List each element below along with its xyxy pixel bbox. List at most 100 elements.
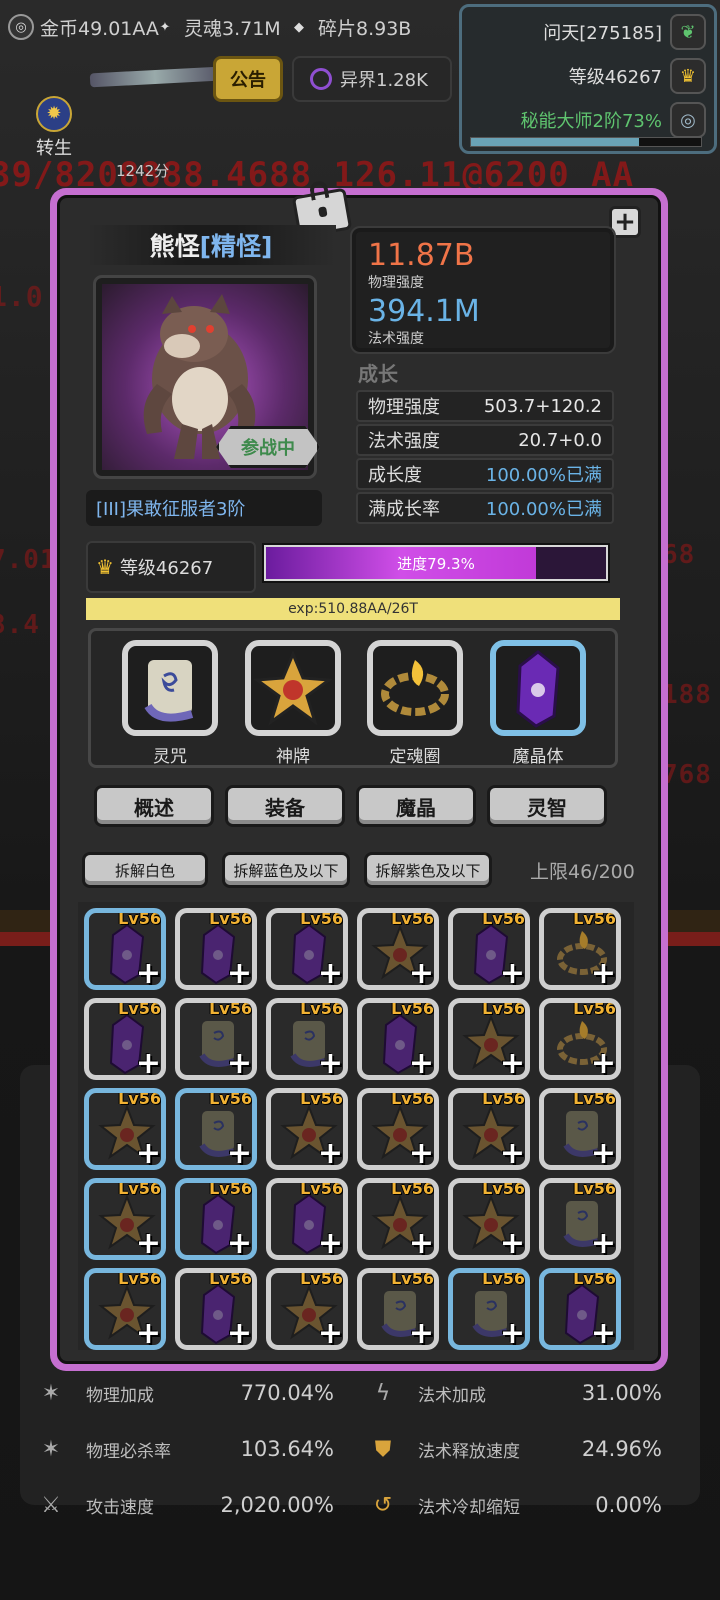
decompose-white-button[interactable]: 拆解白色 xyxy=(82,852,208,888)
stat-label: 物理加成 xyxy=(86,1385,154,1406)
inventory-slot[interactable]: Lv56 + xyxy=(84,1178,166,1260)
inventory-slot[interactable]: Lv56 + xyxy=(539,908,621,990)
inventory-slot[interactable]: Lv56 + xyxy=(266,1178,348,1260)
item-level: Lv56 xyxy=(573,1179,616,1198)
inventory-slot[interactable]: Lv56 + xyxy=(357,1088,439,1170)
inventory-slot[interactable]: Lv56 + xyxy=(175,1088,257,1170)
inventory-slot[interactable]: Lv56 + xyxy=(448,1268,530,1350)
growth-label: 满成长率 xyxy=(368,499,440,520)
decompose-blue-label: 拆解蓝色及以下 xyxy=(233,861,339,880)
damage-number-decoration: 8.4 xyxy=(0,610,40,640)
notice-button[interactable]: 公告 xyxy=(213,56,283,102)
exp-label: exp:510.88AA/26T xyxy=(288,601,418,617)
plus-icon: + xyxy=(226,956,252,990)
tab-label: 灵智 xyxy=(527,795,567,820)
inventory-limit: 上限46/200 xyxy=(530,861,635,883)
rebirth-icon: ✹ xyxy=(36,96,72,132)
plus-icon: + xyxy=(499,956,525,990)
plus-icon: + xyxy=(499,1136,525,1170)
shard-amount: 碎片8.93B xyxy=(318,17,412,40)
growth-row: 物理强度 503.7+120.2 xyxy=(356,390,614,422)
swirl-icon: ↺ xyxy=(373,1492,393,1518)
inventory-slot[interactable]: Lv56 + xyxy=(266,908,348,990)
stat-physical-bonus: ✶ 物理加成 770.04% xyxy=(34,1371,334,1415)
equip-label: 定魂圈 xyxy=(389,747,441,767)
inventory-slot[interactable]: Lv56 + xyxy=(84,1268,166,1350)
decompose-white-label: 拆解白色 xyxy=(114,861,175,880)
plus-icon: + xyxy=(590,1226,616,1260)
inventory-slot[interactable]: Lv56 + xyxy=(539,1088,621,1170)
soul-resource: ✦ 灵魂3.71M xyxy=(152,6,281,48)
inventory-slot[interactable]: Lv56 + xyxy=(266,1268,348,1350)
decompose-purple-button[interactable]: 拆解紫色及以下 xyxy=(364,852,492,888)
item-level: Lv56 xyxy=(482,999,525,1018)
inventory-slot[interactable]: Lv56 + xyxy=(357,998,439,1080)
physical-power-label: 物理强度 xyxy=(368,275,424,291)
inventory-slot[interactable]: Lv56 + xyxy=(539,1178,621,1260)
item-level: Lv56 xyxy=(300,1089,343,1108)
crown-icon: ♛ xyxy=(96,555,114,579)
inventory-slot[interactable]: Lv56 + xyxy=(175,1268,257,1350)
inventory-slot[interactable]: Lv56 + xyxy=(539,998,621,1080)
player-progress-fill xyxy=(471,138,639,146)
tab-intellect[interactable]: 灵智 xyxy=(487,785,607,827)
shard-icon: ◆ xyxy=(294,19,304,35)
item-level: Lv56 xyxy=(391,1089,434,1108)
monster-level: 等级46267 xyxy=(119,558,214,579)
inventory-slot[interactable]: Lv56 + xyxy=(266,1088,348,1170)
inventory-slot[interactable]: Lv56 + xyxy=(448,998,530,1080)
add-button[interactable]: + xyxy=(609,206,641,238)
inventory-slot[interactable]: Lv56 + xyxy=(84,908,166,990)
tab-crystal[interactable]: 魔晶 xyxy=(356,785,476,827)
plus-icon: + xyxy=(317,956,343,990)
inventory-slot[interactable]: Lv56 + xyxy=(175,908,257,990)
item-level: Lv56 xyxy=(209,999,252,1018)
portal-icon xyxy=(310,68,332,90)
player-title: 秘能大师2阶73% xyxy=(520,111,662,132)
stat-physical-crit: ✶ 物理必杀率 103.64% xyxy=(34,1427,334,1471)
inventory-slot[interactable]: Lv56 + xyxy=(84,998,166,1080)
decompose-purple-label: 拆解紫色及以下 xyxy=(375,861,481,880)
rebirth-button[interactable]: ✹ 转生 xyxy=(24,96,84,160)
inventory-slot[interactable]: Lv56 + xyxy=(266,998,348,1080)
plus-icon: + xyxy=(317,1046,343,1080)
inventory-slot[interactable]: Lv56 + xyxy=(175,1178,257,1260)
item-level: Lv56 xyxy=(391,909,434,928)
inventory-slot[interactable]: Lv56 + xyxy=(448,1088,530,1170)
crossed-swords-icon: ⚔ xyxy=(41,1492,61,1518)
tab-overview[interactable]: 概述 xyxy=(94,785,214,827)
inventory-slot[interactable]: Lv56 + xyxy=(357,1178,439,1260)
stat-cast-speed: ⛊ 法术释放速度 24.96% xyxy=(366,1427,662,1471)
tab-equipment[interactable]: 装备 xyxy=(225,785,345,827)
stat-value: 2,020.00% xyxy=(220,1493,334,1517)
decompose-blue-button[interactable]: 拆解蓝色及以下 xyxy=(222,852,350,888)
inventory-slot[interactable]: Lv56 + xyxy=(84,1088,166,1170)
realm-button[interactable]: 异界1.28K xyxy=(292,56,452,102)
damage-number-decoration: 188 xyxy=(662,680,712,710)
plus-icon: + xyxy=(226,1226,252,1260)
equip-slot-medal[interactable] xyxy=(245,640,341,736)
power-box: 11.87B 物理强度 394.1M 法术强度 xyxy=(350,226,616,354)
plus-icon: + xyxy=(226,1316,252,1350)
flame-shield-icon: ⛊ xyxy=(374,1436,392,1462)
inventory-slot[interactable]: Lv56 + xyxy=(539,1268,621,1350)
plus-icon: + xyxy=(317,1226,343,1260)
plus-icon: + xyxy=(317,1136,343,1170)
inventory-slot[interactable]: Lv56 + xyxy=(357,908,439,990)
inventory-slot[interactable]: Lv56 + xyxy=(448,1178,530,1260)
equip-slot-ring[interactable] xyxy=(367,640,463,736)
equip-slot-crystal[interactable] xyxy=(490,640,586,736)
inventory-slot[interactable]: Lv56 + xyxy=(357,1268,439,1350)
item-level: Lv56 xyxy=(300,999,343,1018)
growth-label: 成长度 xyxy=(368,465,422,486)
crown-icon: ♛ xyxy=(670,58,706,94)
inventory-slot[interactable]: Lv56 + xyxy=(448,908,530,990)
in-battle-badge[interactable]: 参战中 xyxy=(216,426,320,468)
player-panel[interactable]: 问天[275185] ❦ 等级46267 ♛ 秘能大师2阶73% ◎ xyxy=(459,4,717,154)
soul-icon: ✦ xyxy=(159,19,171,35)
item-level: Lv56 xyxy=(573,1089,616,1108)
item-level: Lv56 xyxy=(482,1089,525,1108)
equip-slot-scroll[interactable] xyxy=(122,640,218,736)
inventory-slot[interactable]: Lv56 + xyxy=(175,998,257,1080)
rebirth-label: 转生 xyxy=(36,138,72,159)
